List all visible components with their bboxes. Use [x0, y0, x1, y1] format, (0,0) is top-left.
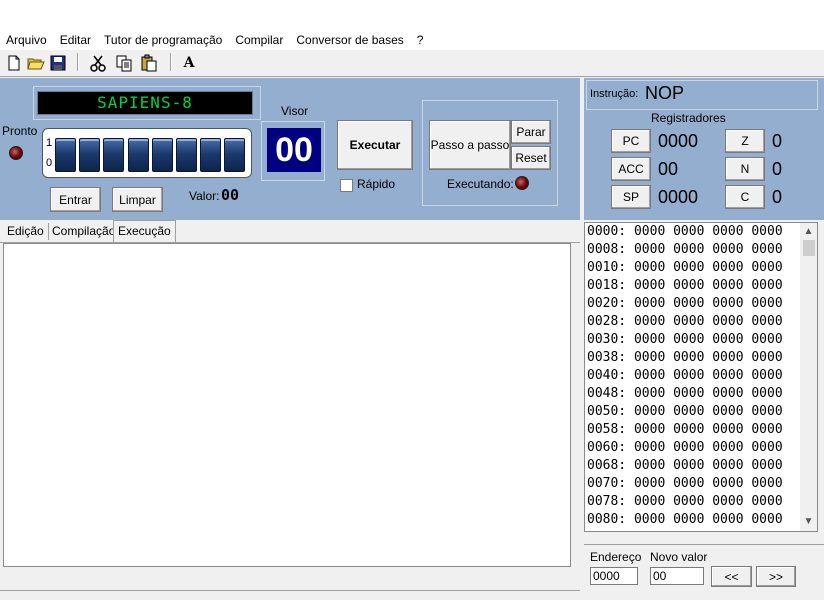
fast-label: Rápido [357, 177, 396, 191]
clear-button[interactable]: Limpar [112, 187, 163, 212]
switch-zero-label: 0 [46, 157, 53, 169]
scroll-up-icon[interactable]: ▲ [800, 223, 817, 239]
prev-address-button[interactable]: << [711, 566, 752, 587]
menu-conversor[interactable]: Conversor de bases [290, 33, 410, 47]
z-flag-value: 0 [772, 131, 783, 151]
new-file-icon[interactable] [3, 52, 25, 74]
reset-button[interactable]: Reset [511, 146, 551, 170]
memory-row[interactable]: 0008: 0000 0000 0000 0000 [585, 241, 801, 259]
lcd-display: SAPIENS-8 [37, 91, 253, 115]
sp-value: 0000 [658, 187, 699, 207]
menu-editar[interactable]: Editar [54, 33, 98, 47]
ready-label: Pronto [2, 124, 38, 138]
menu-help[interactable]: ? [411, 33, 431, 47]
c-flag-value: 0 [772, 187, 783, 207]
menu-tutor[interactable]: Tutor de programação [98, 33, 229, 47]
bit-switch-0[interactable] [224, 138, 245, 172]
memory-row[interactable]: 0078: 0000 0000 0000 0000 [585, 493, 801, 511]
cut-icon[interactable] [87, 52, 109, 74]
bit-switch-1[interactable] [200, 138, 221, 172]
memory-row[interactable]: 0048: 0000 0000 0000 0000 [585, 385, 801, 403]
instruction-value: NOP [645, 83, 685, 103]
memory-row[interactable]: 0038: 0000 0000 0000 0000 [585, 349, 801, 367]
n-flag-button[interactable]: N [725, 157, 765, 181]
tab-compilacao[interactable]: Compilação [48, 223, 121, 240]
memory-row[interactable]: 0080: 0000 0000 0000 0000 [585, 511, 801, 529]
memory-row[interactable]: 0060: 0000 0000 0000 0000 [585, 439, 801, 457]
step-button[interactable]: Passo a passo [429, 120, 511, 170]
copy-icon[interactable] [113, 52, 135, 74]
value-label: Valor: [189, 189, 220, 203]
bit-switch-4[interactable] [128, 138, 149, 172]
memory-row[interactable]: 0058: 0000 0000 0000 0000 [585, 421, 801, 439]
save-icon[interactable] [47, 52, 69, 74]
visor-label: Visor [281, 104, 309, 118]
memory-row[interactable]: 0018: 0000 0000 0000 0000 [585, 277, 801, 295]
tab-edicao[interactable]: Edição [3, 223, 49, 240]
fast-checkbox[interactable] [340, 179, 353, 192]
stop-button[interactable]: Parar [511, 120, 551, 144]
n-flag-value: 0 [772, 159, 783, 179]
scroll-thumb[interactable] [803, 240, 815, 256]
scroll-down-icon[interactable]: ▼ [800, 513, 817, 529]
menu-compilar[interactable]: Compilar [229, 33, 290, 47]
switch-panel: 1 0 [42, 128, 252, 178]
memory-row[interactable]: 0030: 0000 0000 0000 0000 [585, 331, 801, 349]
title-area [0, 0, 824, 30]
new-value-label: Novo valor [650, 550, 708, 564]
tab-strip: Edição Compilação Execução [0, 220, 580, 243]
enter-button[interactable]: Entrar [50, 187, 101, 212]
execute-button[interactable]: Executar [337, 120, 413, 170]
next-address-button[interactable]: >> [756, 566, 796, 587]
paste-icon[interactable] [138, 52, 160, 74]
acc-value: 00 [658, 159, 679, 179]
c-flag-button[interactable]: C [725, 185, 765, 209]
toolbar-separator [77, 53, 79, 71]
bit-switch-7[interactable] [55, 138, 76, 172]
registers-title: Registradores [651, 111, 726, 125]
tab-execucao[interactable]: Execução [113, 220, 176, 242]
execution-area[interactable] [3, 243, 571, 567]
pc-button[interactable]: PC [611, 129, 651, 153]
instruction-label: Instrução: [590, 88, 639, 100]
memory-row[interactable]: 0070: 0000 0000 0000 0000 [585, 475, 801, 493]
pc-value: 0000 [658, 131, 699, 151]
memory-row[interactable]: 0050: 0000 0000 0000 0000 [585, 403, 801, 421]
address-label: Endereço [590, 550, 642, 564]
address-field[interactable]: 0000 [590, 567, 638, 585]
memory-row[interactable]: 0068: 0000 0000 0000 0000 [585, 457, 801, 475]
value-display: 00 [221, 186, 240, 204]
bit-switch-3[interactable] [152, 138, 173, 172]
toolbar-separator [170, 53, 172, 71]
menu-bar: Arquivo Editar Tutor de programação Comp… [0, 30, 824, 50]
open-folder-icon[interactable] [25, 52, 47, 74]
memory-row[interactable]: 0040: 0000 0000 0000 0000 [585, 367, 801, 385]
memory-row[interactable]: 0010: 0000 0000 0000 0000 [585, 259, 801, 277]
memory-list[interactable]: 0000: 0000 0000 0000 0000 0008: 0000 000… [584, 222, 802, 532]
memory-scrollbar[interactable]: ▲ ▼ [800, 222, 818, 532]
acc-button[interactable]: ACC [611, 157, 651, 181]
font-icon[interactable]: A [178, 52, 200, 74]
bit-switch-6[interactable] [79, 138, 100, 172]
ready-led [9, 146, 23, 160]
menu-arquivo[interactable]: Arquivo [0, 33, 54, 47]
running-led [515, 176, 529, 190]
visor-display: 00 [267, 128, 321, 172]
sp-button[interactable]: SP [611, 185, 651, 209]
bit-switch-5[interactable] [103, 138, 124, 172]
memory-row[interactable]: 0000: 0000 0000 0000 0000 [585, 223, 801, 241]
switch-one-label: 1 [46, 137, 53, 149]
z-flag-button[interactable]: Z [725, 129, 765, 153]
memory-row[interactable]: 0028: 0000 0000 0000 0000 [585, 313, 801, 331]
memory-row[interactable]: 0020: 0000 0000 0000 0000 [585, 295, 801, 313]
toolbar: A [0, 50, 824, 77]
new-value-field[interactable]: 00 [650, 567, 704, 585]
running-label: Executando: [447, 177, 514, 191]
bit-switch-2[interactable] [176, 138, 197, 172]
